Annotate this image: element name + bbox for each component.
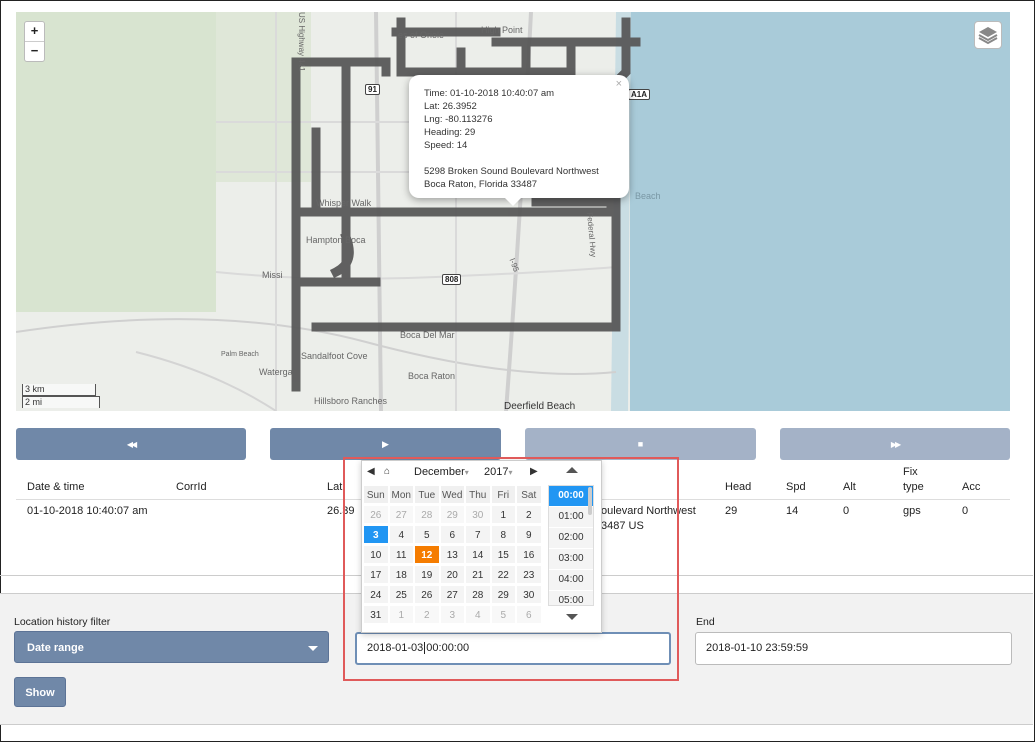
map-label: Palm Beach <box>221 351 259 358</box>
cell-fix: gps <box>903 505 921 517</box>
col-lat: Lat <box>327 481 343 493</box>
map-label: Deerfield Beach <box>504 401 576 411</box>
scale-mi: 2 mi <box>22 396 100 408</box>
map-view[interactable]: es of Oriole High Point Whisper Walk Ham… <box>16 12 1010 411</box>
map-label: Hillsboro Ranches <box>314 396 388 406</box>
popup-close-button[interactable]: × <box>616 78 622 91</box>
map-label: Waterga <box>259 367 293 377</box>
cell-head: 29 <box>725 505 738 517</box>
route-shield: A1A <box>628 89 651 100</box>
col-fix-type-line2: type <box>903 481 924 493</box>
cell-datetime: 01-10-2018 10:40:07 am <box>27 505 148 517</box>
col-fix-type-line1: Fix <box>903 466 918 478</box>
col-spd: Spd <box>786 481 806 493</box>
show-button[interactable]: Show <box>14 677 66 707</box>
stop-icon: ■ <box>637 439 644 449</box>
end-label: End <box>696 616 715 628</box>
fast-forward-icon: ▶▶ <box>890 440 901 449</box>
end-date-value: 2018-01-10 23:59:59 <box>706 642 809 654</box>
popup-heading: Heading: 29 <box>424 127 476 138</box>
map-label: Hampton Boca <box>306 235 366 245</box>
zoom-out-button[interactable]: − <box>25 41 44 61</box>
map-label: Missi <box>262 270 283 280</box>
popup-address-line1: 5298 Broken Sound Boulevard Northwest <box>424 166 599 177</box>
chevron-down-icon <box>308 646 318 651</box>
filter-type-select[interactable]: Date range <box>14 631 329 663</box>
highlight-box <box>343 457 679 681</box>
end-date-input[interactable]: 2018-01-10 23:59:59 <box>695 632 1012 665</box>
zoom-control: + − <box>24 21 45 62</box>
popup-speed: Speed: 14 <box>424 140 468 151</box>
filter-type-value: Date range <box>27 642 84 654</box>
stop-button[interactable]: ■ <box>525 428 756 460</box>
popup-time: Time: 01-10-2018 10:40:07 am <box>424 88 555 99</box>
map-scale: 3 km 2 mi <box>22 384 100 408</box>
col-corrid: CorrId <box>176 481 207 493</box>
map-label: Boca Del Mar <box>400 330 455 340</box>
map-label: US Highway 441 <box>297 12 306 72</box>
rewind-button[interactable]: ◀◀ <box>16 428 246 460</box>
col-alt: Alt <box>843 481 856 493</box>
layers-button[interactable] <box>974 21 1002 49</box>
filter-label: Location history filter <box>14 616 111 628</box>
col-head: Head <box>725 481 752 493</box>
map-label: Boca Raton <box>408 371 456 381</box>
scale-km: 3 km <box>22 384 96 396</box>
play-icon: ▶ <box>382 439 389 449</box>
cell-alt: 0 <box>843 505 850 517</box>
map-label: Sandalfoot Cove <box>301 351 368 361</box>
popup-lng: Lng: -80.113276 <box>424 114 493 125</box>
popup-lat: Lat: 26.3952 <box>424 101 477 112</box>
route-shield: 91 <box>365 84 380 95</box>
col-datetime: Date & time <box>27 481 85 493</box>
fast-forward-button[interactable]: ▶▶ <box>780 428 1010 460</box>
zoom-in-button[interactable]: + <box>25 22 44 41</box>
cell-acc: 0 <box>962 505 969 517</box>
map-label: High Point <box>481 25 523 35</box>
map-label: es of Oriole <box>398 30 445 40</box>
layers-icon <box>978 27 998 45</box>
rewind-icon: ◀◀ <box>126 440 137 449</box>
popup-address-line2: Boca Raton, Florida 33487 <box>424 179 538 190</box>
route-shield: 808 <box>442 274 462 285</box>
location-popup: × Time: 01-10-2018 10:40:07 am Lat: 26.3… <box>409 75 629 206</box>
map-label: Whisper Walk <box>316 198 372 208</box>
map-label: Beach <box>635 191 661 201</box>
map-tiles <box>16 12 1010 411</box>
cell-spd: 14 <box>786 505 799 517</box>
col-acc: Acc <box>962 481 981 493</box>
play-button[interactable]: ▶ <box>270 428 501 460</box>
